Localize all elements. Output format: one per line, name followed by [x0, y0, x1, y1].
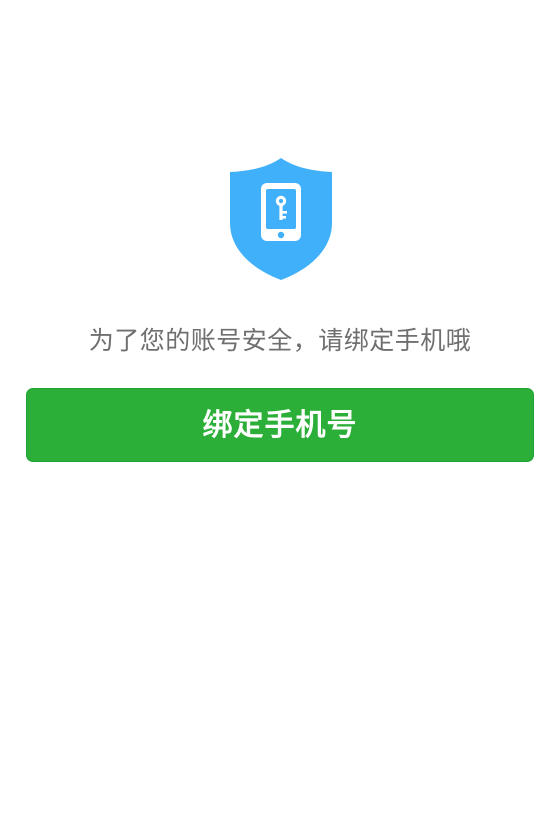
- bind-phone-button[interactable]: 绑定手机号: [26, 388, 534, 462]
- bind-phone-screen: 为了您的账号安全，请绑定手机哦 绑定手机号: [0, 0, 560, 840]
- security-message: 为了您的账号安全，请绑定手机哦: [88, 326, 472, 355]
- shield-phone-key-icon: [226, 156, 336, 282]
